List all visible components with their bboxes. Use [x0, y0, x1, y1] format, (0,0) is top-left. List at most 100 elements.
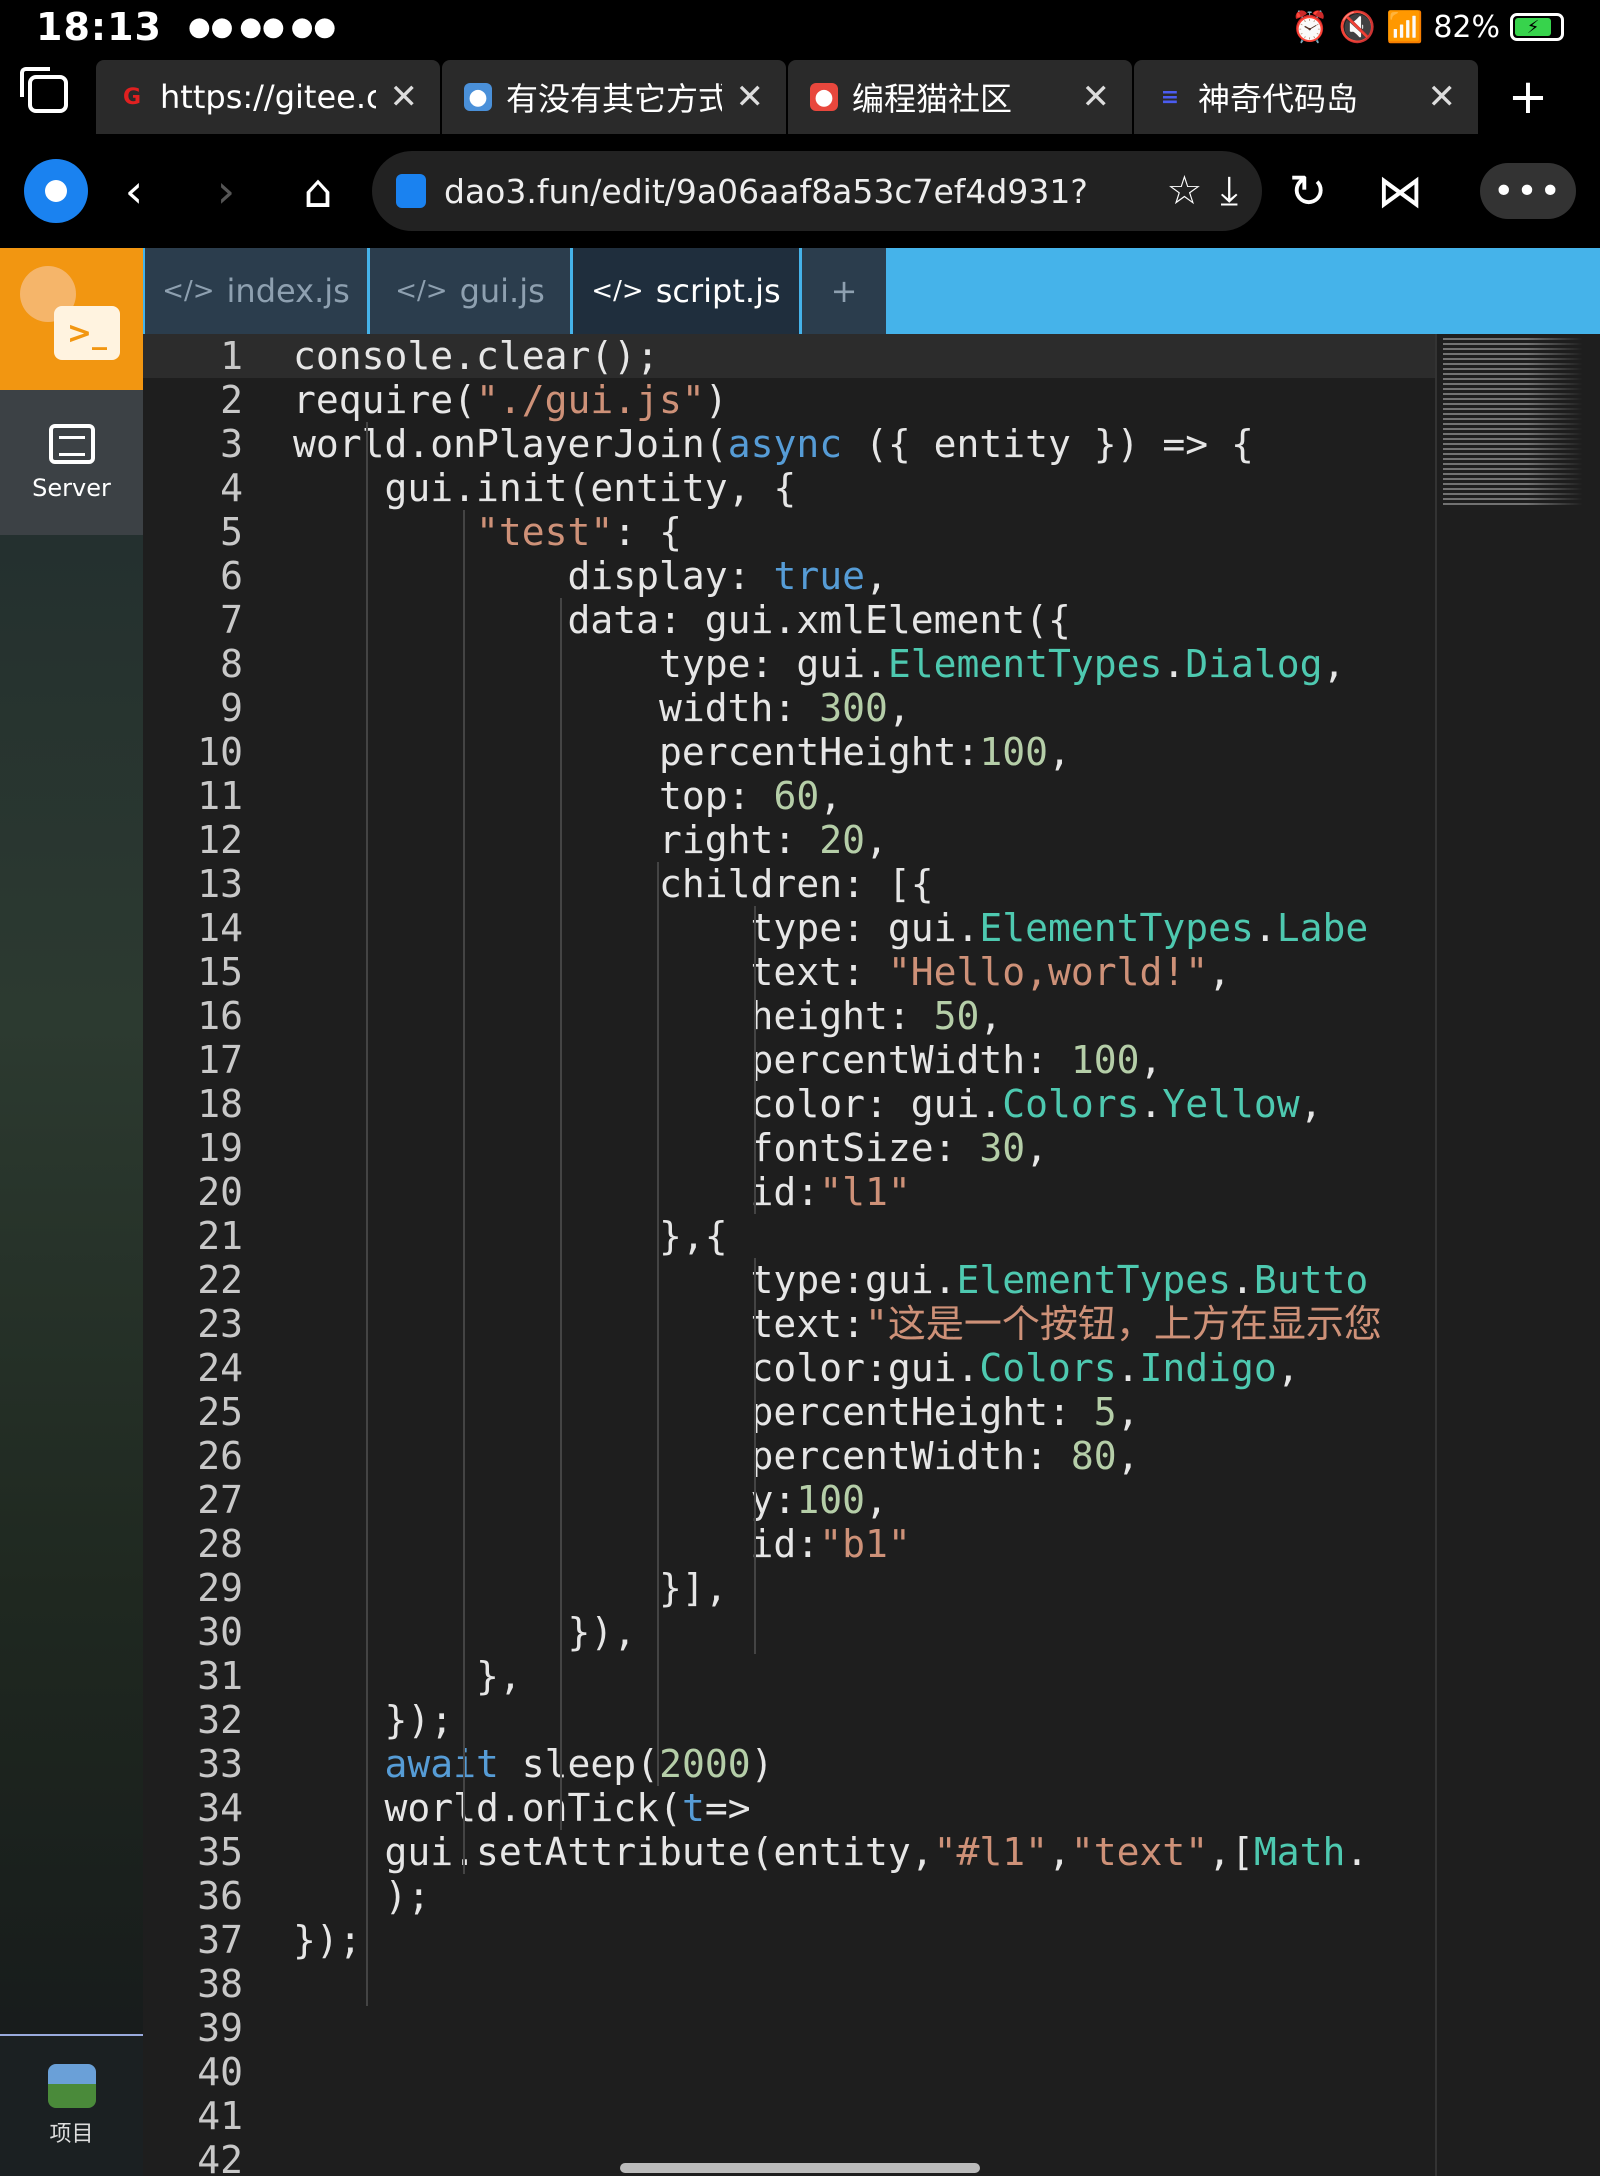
code-line[interactable]: 19 fontSize: 30,: [143, 1126, 1435, 1170]
code-line[interactable]: 9 width: 300,: [143, 686, 1435, 730]
code-line[interactable]: 40: [143, 2050, 1435, 2094]
line-number: 37: [197, 1918, 243, 1962]
code-line[interactable]: 33 await sleep(2000): [143, 1742, 1435, 1786]
editor-tab-label: index.js: [226, 272, 350, 310]
code-line[interactable]: 16 height: 50,: [143, 994, 1435, 1038]
sidebar-item-project[interactable]: 项目: [0, 2034, 143, 2176]
line-number: 14: [197, 906, 243, 950]
app-sidebar: >_ Server 项目: [0, 248, 143, 2176]
horizontal-scrollbar[interactable]: [620, 2163, 980, 2173]
code-line[interactable]: 23 text:"这是一个按钮，上方在显示您: [143, 1302, 1435, 1346]
indent-guide: [560, 598, 562, 1830]
code-text: top: 60,: [293, 774, 843, 818]
site-info-icon[interactable]: [396, 174, 426, 208]
user-icon: [45, 180, 67, 202]
code-text: );: [293, 1874, 431, 1918]
close-icon[interactable]: ✕: [736, 77, 765, 117]
code-line[interactable]: 36 );: [143, 1874, 1435, 1918]
code-line[interactable]: 28 id:"b1": [143, 1522, 1435, 1566]
indent-guide: [657, 862, 659, 1786]
browser-tab[interactable]: ● 编程猫社区 ✕: [788, 60, 1132, 134]
code-text: gui.init(entity, {: [293, 466, 797, 510]
code-line[interactable]: 17 percentWidth: 100,: [143, 1038, 1435, 1082]
code-line[interactable]: 14 type: gui.ElementTypes.Labe: [143, 906, 1435, 950]
code-line[interactable]: 22 type:gui.ElementTypes.Butto: [143, 1258, 1435, 1302]
app-logo[interactable]: >_: [0, 248, 143, 390]
browser-tab[interactable]: ● 有没有其它方式 ✕: [442, 60, 786, 134]
status-time: 18:13: [36, 5, 162, 49]
code-line[interactable]: 32 });: [143, 1698, 1435, 1742]
line-number: 29: [197, 1566, 243, 1610]
code-line[interactable]: 2 require("./gui.js"): [143, 378, 1435, 422]
code-line[interactable]: 37});: [143, 1918, 1435, 1962]
code-editor[interactable]: 1 console.clear(); 2 require("./gui.js") 3 wo…: [143, 334, 1600, 2176]
code-text: world.onTick(t=>: [293, 1786, 751, 1830]
code-line[interactable]: 18 color: gui.Colors.Yellow,: [143, 1082, 1435, 1126]
code-line[interactable]: 26 percentWidth: 80,: [143, 1434, 1435, 1478]
sidebar-item-server[interactable]: Server: [0, 390, 143, 535]
project-thumbnail: [47, 2064, 96, 2108]
code-line[interactable]: 11 top: 60,: [143, 774, 1435, 818]
code-line[interactable]: 3 world.onPlayerJoin(async ({ entity }) =…: [143, 422, 1435, 466]
code-line[interactable]: 21 },{: [143, 1214, 1435, 1258]
download-icon[interactable]: ⤓: [1220, 168, 1238, 214]
code-line[interactable]: 15 text: "Hello,world!",: [143, 950, 1435, 994]
reload-button[interactable]: ↻: [1262, 164, 1354, 218]
tab-switcher-button[interactable]: [0, 54, 96, 134]
code-text: });: [293, 1698, 454, 1742]
profile-avatar[interactable]: [24, 159, 88, 223]
browser-tab[interactable]: G https://gitee.com ✕: [96, 60, 440, 134]
minimap[interactable]: [1443, 338, 1583, 508]
close-icon[interactable]: ✕: [390, 77, 419, 117]
home-button[interactable]: ⌂: [272, 164, 364, 218]
line-number: 16: [197, 994, 243, 1038]
code-line[interactable]: 7 data: gui.xmlElement({: [143, 598, 1435, 642]
code-line[interactable]: 20 id:"l1": [143, 1170, 1435, 1214]
code-line[interactable]: 4 gui.init(entity, {: [143, 466, 1435, 510]
wechat-icon: ●●: [239, 12, 285, 42]
line-number: 40: [197, 2050, 243, 2094]
code-line[interactable]: 10 percentHeight:100,: [143, 730, 1435, 774]
mute-icon: 🔇: [1338, 9, 1376, 45]
code-line[interactable]: 27 y:100,: [143, 1478, 1435, 1522]
code-line[interactable]: 35 gui.setAttribute(entity,"#l1","text",…: [143, 1830, 1435, 1874]
code-line[interactable]: 24 color:gui.Colors.Indigo,: [143, 1346, 1435, 1390]
code-line[interactable]: 31 },: [143, 1654, 1435, 1698]
code-line[interactable]: 1 console.clear();: [143, 334, 1435, 378]
forward-button[interactable]: ›: [180, 164, 272, 218]
tab-index-js[interactable]: </> index.js: [145, 248, 367, 334]
code-line[interactable]: 5 "test": {: [143, 510, 1435, 554]
browser-tab-title: 有没有其它方式: [506, 80, 722, 118]
code-line[interactable]: 39: [143, 2006, 1435, 2050]
cat-icon: ●: [810, 83, 838, 111]
add-file-tab[interactable]: +: [802, 248, 886, 334]
code-line[interactable]: 25 percentHeight: 5,: [143, 1390, 1435, 1434]
alarm-icon: ⏰: [1291, 9, 1329, 45]
status-right: ⏰ 🔇 📶 82% ⚡: [1291, 10, 1564, 45]
code-line[interactable]: 41: [143, 2094, 1435, 2138]
address-bar[interactable]: dao3.fun/edit/9a06aaf8a53c7ef4d931? ☆ ⤓: [372, 151, 1262, 231]
bookmark-star-icon[interactable]: ☆: [1166, 168, 1202, 214]
code-line[interactable]: 6 display: true,: [143, 554, 1435, 598]
tab-gui-js[interactable]: </> gui.js: [370, 248, 570, 334]
code-line[interactable]: 38: [143, 1962, 1435, 2006]
code-line[interactable]: 29 }],: [143, 1566, 1435, 1610]
code-line[interactable]: 30 }),: [143, 1610, 1435, 1654]
line-number: 27: [197, 1478, 243, 1522]
share-button[interactable]: ⋈: [1354, 164, 1446, 218]
close-icon[interactable]: ✕: [1082, 77, 1111, 117]
back-button[interactable]: ‹: [88, 164, 180, 218]
code-line[interactable]: 13 children: [{: [143, 862, 1435, 906]
browser-tab[interactable]: ≡ 神奇代码岛 ✕: [1134, 60, 1478, 134]
close-icon[interactable]: ✕: [1428, 77, 1457, 117]
code-text: width: 300,: [293, 686, 911, 730]
server-doc-icon: [48, 423, 95, 464]
line-number: 30: [197, 1610, 243, 1654]
code-line[interactable]: 34 world.onTick(t=>: [143, 1786, 1435, 1830]
line-number: 2: [220, 378, 243, 422]
more-menu-button[interactable]: •••: [1480, 163, 1576, 219]
new-tab-button[interactable]: +: [1480, 60, 1576, 134]
code-line[interactable]: 12 right: 20,: [143, 818, 1435, 862]
code-line[interactable]: 8 type: gui.ElementTypes.Dialog,: [143, 642, 1435, 686]
tab-script-js[interactable]: </> script.js: [573, 248, 799, 334]
